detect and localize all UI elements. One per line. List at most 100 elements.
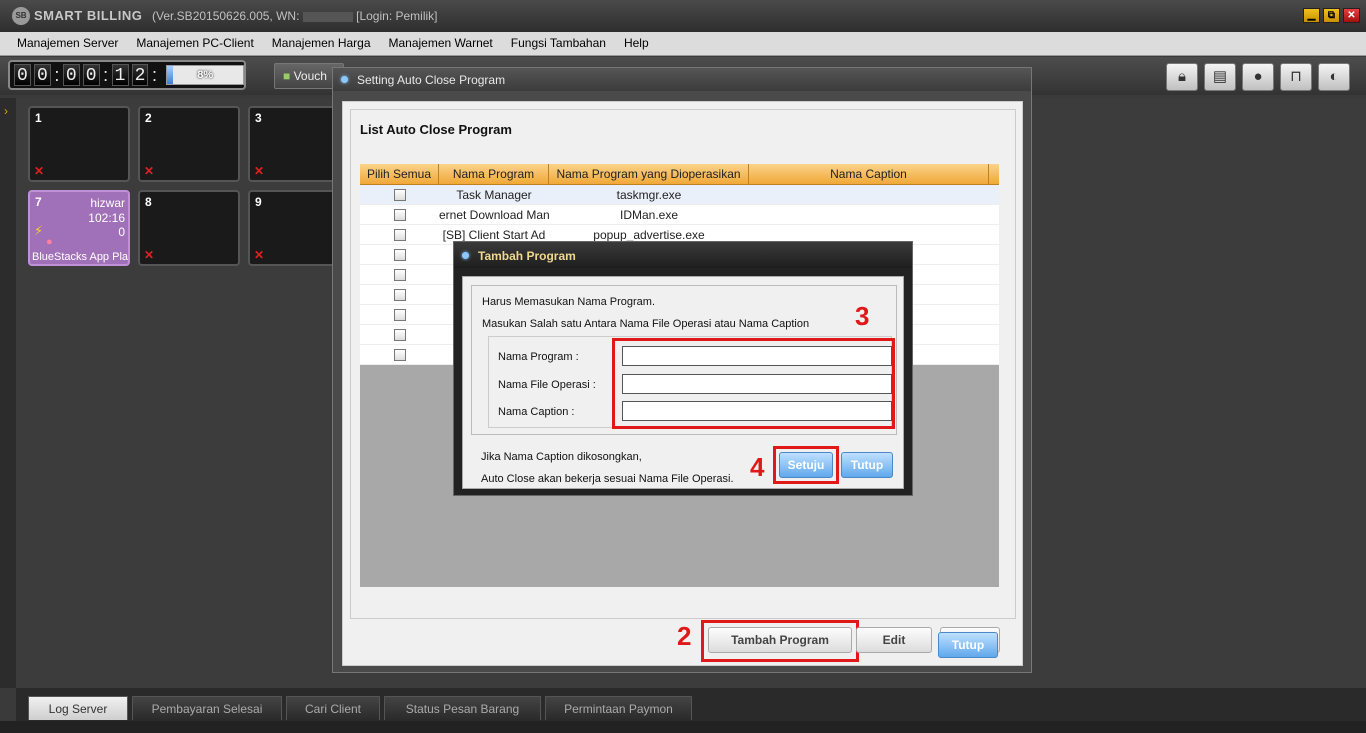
- user-icon[interactable]: ●: [1242, 63, 1274, 91]
- offline-x-icon: ✕: [254, 248, 265, 262]
- annotation-3: 3: [855, 301, 870, 331]
- note-line-1: Jika Nama Caption dikosongkan,: [481, 451, 642, 463]
- offline-x-icon: ✕: [254, 164, 265, 178]
- tambah-program-button[interactable]: Tambah Program: [708, 627, 852, 653]
- row-checkbox[interactable]: [394, 249, 406, 261]
- app-name: SMART BILLING: [34, 8, 143, 23]
- table-row[interactable]: Task Manager taskmgr.exe: [360, 185, 999, 205]
- nama-program-label: Nama Program :: [498, 351, 579, 363]
- edit-button[interactable]: Edit: [856, 627, 932, 653]
- basket-icon[interactable]: ⊓: [1280, 63, 1312, 91]
- menu-manajemen-harga[interactable]: Manajemen Harga: [263, 32, 380, 55]
- menu-manajemen-server[interactable]: Manajemen Server: [8, 32, 127, 55]
- cell-nama-program: ernet Download Manag: [439, 208, 549, 222]
- nama-program-input[interactable]: [622, 346, 892, 366]
- client-tile[interactable]: 8 ✕: [138, 190, 240, 266]
- cell-nama-caption: [749, 205, 989, 225]
- row-checkbox[interactable]: [394, 349, 406, 361]
- voucher-label: Vouch: [293, 69, 327, 83]
- timer-colon: :: [54, 64, 60, 85]
- offline-x-icon: ✕: [144, 248, 155, 262]
- timer-colon: :: [151, 64, 157, 85]
- list-title: List Auto Close Program: [360, 122, 512, 137]
- dialog-title: Tambah Program: [478, 249, 576, 263]
- progress-text: 8%: [197, 69, 214, 81]
- menu-fungsi-tambahan[interactable]: Fungsi Tambahan: [502, 32, 615, 55]
- tile-number: 1: [35, 111, 42, 125]
- header-nama-program: Nama Program: [439, 164, 549, 185]
- minimize-button[interactable]: ▁: [1303, 8, 1320, 23]
- piggy-bank-icon: ●: [46, 236, 53, 248]
- tile-number: 2: [145, 111, 152, 125]
- client-tile[interactable]: 2 ✕: [138, 106, 240, 182]
- tab-status-pesan-barang[interactable]: Status Pesan Barang: [384, 696, 541, 720]
- close-button[interactable]: ✕: [1343, 8, 1360, 23]
- menu-manajemen-warnet[interactable]: Manajemen Warnet: [380, 32, 502, 55]
- lock-icon[interactable]: 🔒︎: [1166, 63, 1198, 91]
- timer-digit: 0: [14, 64, 31, 86]
- nama-file-operasi-label: Nama File Operasi :: [498, 379, 596, 391]
- dialog-tutup-button[interactable]: Tutup: [938, 632, 998, 658]
- offline-x-icon: ✕: [34, 164, 45, 178]
- cell-file-operasi: taskmgr.exe: [616, 188, 682, 202]
- dialog-title-bar: Setting Auto Close Program: [333, 68, 1031, 91]
- tab-log-server[interactable]: Log Server: [28, 696, 128, 720]
- restore-button[interactable]: ⧉: [1323, 8, 1340, 23]
- timer-counter: 0 0 : 0 0 : 1 2 : 8%: [8, 60, 246, 90]
- row-checkbox[interactable]: [394, 189, 406, 201]
- timer-digit: 0: [33, 64, 51, 86]
- redacted-field: [302, 11, 353, 22]
- dialog-title-bar: Tambah Program: [454, 242, 912, 268]
- tile-time: 102:16: [88, 211, 125, 225]
- title-bar: SB SMART BILLING (Ver.SB20150626.005, WN…: [0, 0, 1366, 32]
- note-line-2: Auto Close akan bekerja sesuai Nama File…: [481, 473, 734, 485]
- warning-message: Harus Memasukan Nama Program.: [482, 296, 656, 308]
- header-pilih-semua[interactable]: Pilih Semua: [360, 164, 439, 185]
- menu-help[interactable]: Help: [615, 32, 658, 55]
- title-dot-icon: [341, 76, 348, 83]
- nama-file-operasi-input[interactable]: [622, 374, 892, 394]
- client-tile[interactable]: 1 ✕: [28, 106, 130, 182]
- timer-digit: 0: [82, 64, 100, 86]
- timer-colon: :: [103, 64, 109, 85]
- tile-username: hizwar: [90, 196, 125, 210]
- tile-number: 7: [35, 195, 42, 209]
- row-checkbox[interactable]: [394, 269, 406, 281]
- timer-digit: 0: [62, 64, 80, 86]
- cell-nama-caption: [749, 185, 989, 205]
- tab-permintaan-paymon[interactable]: Permintaan Paymon: [545, 696, 692, 720]
- tile-number: 3: [255, 111, 262, 125]
- offline-x-icon: ✕: [144, 164, 155, 178]
- lightning-icon: ⚡︎: [34, 223, 44, 238]
- dialog-body: Harus Memasukan Nama Program. Masukan Sa…: [462, 276, 904, 489]
- timer-digit: 1: [111, 64, 129, 86]
- tab-cari-client[interactable]: Cari Client: [286, 696, 380, 720]
- header-file-operasi: Nama Program yang Dioperasikan: [549, 164, 749, 185]
- row-checkbox[interactable]: [394, 229, 406, 241]
- bottom-tab-bar: Log Server Pembayaran Selesai Cari Clien…: [16, 688, 1366, 721]
- tambah-program-dialog: Tambah Program Harus Memasukan Nama Prog…: [453, 241, 913, 496]
- row-checkbox[interactable]: [394, 329, 406, 341]
- table-header: Pilih Semua Nama Program Nama Program ya…: [360, 164, 999, 185]
- setuju-button[interactable]: Setuju: [779, 452, 833, 478]
- menu-manajemen-pc-client[interactable]: Manajemen PC-Client: [127, 32, 262, 55]
- row-checkbox[interactable]: [394, 309, 406, 321]
- menu-bar: Manajemen Server Manajemen PC-Client Man…: [0, 32, 1366, 56]
- tab-pembayaran-selesai[interactable]: Pembayaran Selesai: [132, 696, 282, 720]
- row-checkbox[interactable]: [394, 209, 406, 221]
- row-checkbox[interactable]: [394, 289, 406, 301]
- tutup-button[interactable]: Tutup: [841, 452, 893, 478]
- expand-panel-arrow-icon[interactable]: ›: [0, 98, 16, 688]
- cell-nama-program: Task Manager: [456, 188, 532, 202]
- table-row[interactable]: ernet Download Manag IDMan.exe: [360, 205, 999, 225]
- tile-number: 8: [145, 195, 152, 209]
- login-text: [Login: Pemilik]: [356, 9, 438, 23]
- client-tile-active[interactable]: 7 hizwar 102:16 ⚡︎ 0 ● BlueStacks App Pl…: [28, 190, 130, 266]
- cell-file-operasi: IDMan.exe: [619, 208, 679, 222]
- annotation-2: 2: [677, 621, 692, 651]
- document-icon[interactable]: ▤: [1204, 63, 1236, 91]
- nama-caption-input[interactable]: [622, 401, 892, 421]
- form-panel: Harus Memasukan Nama Program. Masukan Sa…: [471, 285, 897, 435]
- nama-caption-label: Nama Caption :: [498, 406, 575, 418]
- globe-icon[interactable]: ◐: [1318, 63, 1350, 91]
